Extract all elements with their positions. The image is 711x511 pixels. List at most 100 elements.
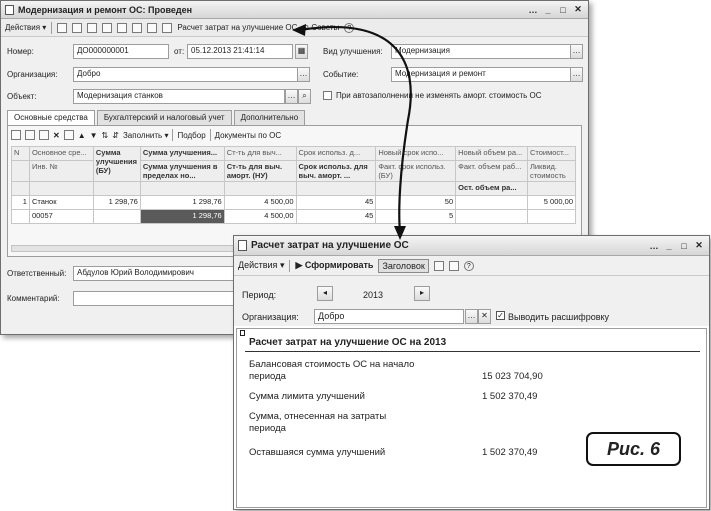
report-org-field[interactable]: Добро xyxy=(314,309,464,324)
event-label: Событие: xyxy=(323,70,359,79)
report-org-clear-icon[interactable]: ✕ xyxy=(478,309,491,324)
col-value[interactable]: Стоимост... xyxy=(526,146,577,161)
table-cell[interactable]: 5 xyxy=(375,209,457,224)
col-sum-bu[interactable]: Сумма улучшения (БУ) xyxy=(92,146,141,182)
header-button[interactable]: Заголовок xyxy=(378,258,429,273)
report-actions-menu[interactable]: Действия ▾ xyxy=(238,260,284,271)
table-cell[interactable]: 5 000,00 xyxy=(526,195,577,210)
copy-icon[interactable] xyxy=(102,22,113,33)
date-field[interactable]: 05.12.2013 21:41:14 xyxy=(187,44,293,59)
add-row-icon[interactable] xyxy=(11,130,21,140)
responsible-field[interactable]: Абдулов Юрий Володимирович xyxy=(73,266,243,281)
event-field[interactable]: Модернизация и ремонт xyxy=(391,67,571,82)
table-cell[interactable]: 50 xyxy=(375,195,457,210)
col-fact-volume[interactable]: Факт. объем раб... xyxy=(455,160,528,182)
period-next-icon[interactable]: ▸ xyxy=(414,286,430,301)
maximize-icon[interactable]: □ xyxy=(678,240,690,252)
tab-fixed-assets[interactable]: Основные средства xyxy=(7,110,95,125)
copy-row-icon[interactable] xyxy=(25,130,35,140)
table-cell[interactable] xyxy=(455,209,528,224)
menu-icon[interactable]: … xyxy=(527,4,539,16)
help-icon[interactable]: ? xyxy=(463,260,474,271)
table-row[interactable]: 1 Станок 1 298,76 1 298,76 4 500,00 45 5… xyxy=(11,195,577,210)
report-org-select-icon[interactable]: … xyxy=(465,309,478,324)
table-cell[interactable]: 4 500,00 xyxy=(223,209,297,224)
table-cell[interactable]: 1 298,76 xyxy=(139,195,225,210)
select-org-icon[interactable]: … xyxy=(297,67,310,82)
unpost-icon[interactable] xyxy=(72,22,83,33)
table-cell[interactable] xyxy=(526,209,577,224)
close-icon[interactable]: ✕ xyxy=(572,4,584,16)
tab-additional[interactable]: Дополнительно xyxy=(233,110,306,125)
table-cell[interactable] xyxy=(92,209,141,224)
list-icon[interactable] xyxy=(87,22,98,33)
help-icon[interactable]: ? xyxy=(344,22,355,33)
print-icon[interactable] xyxy=(448,260,459,271)
number-field[interactable]: ДО000000001 xyxy=(73,44,169,59)
menu-icon[interactable]: … xyxy=(648,240,660,252)
select-event-icon[interactable]: … xyxy=(570,67,583,82)
tab-accounting[interactable]: Бухгалтерский и налоговый учет xyxy=(96,110,232,125)
end-edit-icon[interactable] xyxy=(63,130,74,140)
col-fact-term[interactable]: Факт. срок использ. (БУ) xyxy=(375,160,457,182)
table-cell[interactable]: 45 xyxy=(295,209,377,224)
sort-asc-icon[interactable]: ⇅ xyxy=(102,131,109,140)
col-asset[interactable]: Основное сре... xyxy=(28,146,94,161)
calendar-icon[interactable]: ▦ xyxy=(295,44,308,59)
maximize-icon[interactable]: □ xyxy=(557,4,569,16)
open-object-icon[interactable]: ⌕ xyxy=(298,89,311,104)
fill-menu[interactable]: Заполнить ▾ xyxy=(123,131,169,140)
post-icon[interactable] xyxy=(57,22,68,33)
minimize-icon[interactable]: _ xyxy=(663,240,675,252)
col-new-term[interactable]: Новый срок испо... xyxy=(375,146,457,161)
filter-icon[interactable] xyxy=(147,22,158,33)
table-cell[interactable]: 1 298,76 xyxy=(92,195,141,210)
report-icon[interactable] xyxy=(162,22,173,33)
select-button[interactable]: Подбор xyxy=(177,131,205,140)
decode-checkbox[interactable]: ✓ xyxy=(496,311,505,320)
col-sum[interactable]: Сумма улучшения... xyxy=(139,146,225,161)
org-field[interactable]: Добро xyxy=(73,67,298,82)
close-icon[interactable]: ✕ xyxy=(693,240,705,252)
col-term[interactable]: Срок использ. д... xyxy=(295,146,377,161)
delete-row-icon[interactable]: ✕ xyxy=(53,131,60,140)
col-cost[interactable]: Ст-ть для выч... xyxy=(223,146,297,161)
col-inv[interactable]: Инв. № xyxy=(28,160,94,182)
table-cell[interactable]: Станок xyxy=(28,195,94,210)
tips-link[interactable]: ⊙ Советы xyxy=(302,23,339,32)
move-up-icon[interactable]: ▲ xyxy=(78,131,86,140)
col-cost-nu[interactable]: Ст-ть для выч. аморт. (НУ) xyxy=(223,160,297,182)
table-cell[interactable]: 4 500,00 xyxy=(223,195,297,210)
move-down-icon[interactable]: ▼ xyxy=(90,131,98,140)
documents-button[interactable]: Документы по ОС xyxy=(215,131,281,140)
select-object-icon[interactable]: … xyxy=(285,89,298,104)
structure-icon[interactable] xyxy=(132,22,143,33)
sort-desc-icon[interactable]: ⇵ xyxy=(112,131,119,140)
settings-icon[interactable] xyxy=(433,260,444,271)
table-row[interactable]: 00057 1 298,76 4 500,00 45 5 xyxy=(11,209,577,224)
table-cell-selected[interactable]: 1 298,76 xyxy=(139,209,225,224)
period-prev-icon[interactable]: ◂ xyxy=(317,286,333,301)
minimize-icon[interactable]: _ xyxy=(542,4,554,16)
table-cell[interactable]: 45 xyxy=(295,195,377,210)
edit-row-icon[interactable] xyxy=(39,130,49,140)
table-cell[interactable]: 00057 xyxy=(28,209,94,224)
table-cell[interactable]: 1 xyxy=(11,195,30,210)
col-liquid[interactable]: Ликвид. стоимость xyxy=(526,160,577,182)
actions-menu[interactable]: Действия ▾ xyxy=(5,23,46,32)
col-n[interactable]: N xyxy=(11,146,30,161)
col-rest-volume[interactable]: Ост. объем ра... xyxy=(455,181,528,196)
col-sum-limit[interactable]: Сумма улучшения в пределах но... xyxy=(139,160,225,182)
object-field[interactable]: Модернизация станков xyxy=(73,89,285,104)
autofill-checkbox[interactable] xyxy=(323,91,332,100)
col-term-nu[interactable]: Срок использ. для выч. аморт. ... xyxy=(295,160,377,182)
report-link[interactable]: Расчет затрат на улучшение ОС xyxy=(177,23,297,32)
col-new-volume[interactable]: Новый объем ра... xyxy=(455,146,528,161)
movements-icon[interactable] xyxy=(117,22,128,33)
table-cell[interactable] xyxy=(455,195,528,210)
form-button[interactable]: ▶ Сформировать xyxy=(295,260,373,271)
table-cell[interactable] xyxy=(11,209,30,224)
comment-field[interactable] xyxy=(73,291,243,306)
kind-field[interactable]: Модернизация xyxy=(391,44,571,59)
select-kind-icon[interactable]: … xyxy=(570,44,583,59)
